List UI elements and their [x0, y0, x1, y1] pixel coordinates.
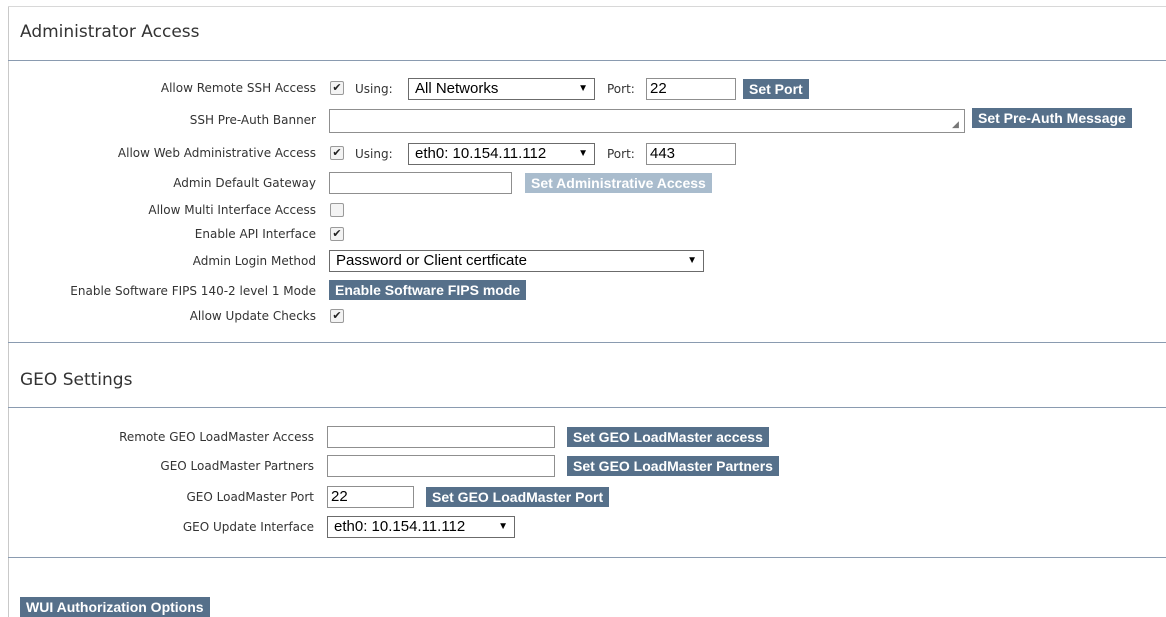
set-geo-access-button[interactable]: Set GEO LoadMaster access — [567, 427, 769, 447]
panel-border-top — [8, 6, 1166, 7]
ssh-access-label: Allow Remote SSH Access — [160, 81, 316, 95]
set-administrative-access-button[interactable]: Set Administrative Access — [525, 173, 712, 193]
set-geo-partners-button[interactable]: Set GEO LoadMaster Partners — [567, 456, 779, 476]
geo-port-label: GEO LoadMaster Port — [186, 490, 314, 504]
ssh-access-checkbox[interactable]: ✔ — [330, 81, 344, 95]
api-interface-checkbox[interactable]: ✔ — [330, 227, 344, 241]
gateway-label: Admin Default Gateway — [173, 176, 316, 190]
ssh-port-input[interactable]: 22 — [646, 78, 736, 100]
multi-interface-label: Allow Multi Interface Access — [148, 203, 316, 217]
chevron-down-icon: ▼ — [578, 148, 588, 159]
geo-partners-input[interactable] — [327, 455, 555, 477]
set-port-button[interactable]: Set Port — [743, 79, 809, 99]
login-method-label: Admin Login Method — [192, 254, 316, 268]
ssh-network-select[interactable]: All Networks ▼ — [408, 78, 595, 100]
api-interface-label: Enable API Interface — [194, 227, 316, 241]
geo-access-label: Remote GEO LoadMaster Access — [119, 430, 314, 444]
geo-access-input[interactable] — [327, 426, 555, 448]
ssh-port-label: Port: — [607, 82, 635, 96]
web-access-label: Allow Web Administrative Access — [117, 146, 316, 160]
wui-divider — [8, 557, 1166, 558]
multi-interface-checkbox[interactable] — [330, 203, 344, 217]
wui-authorization-options-button[interactable]: WUI Authorization Options — [20, 597, 210, 617]
resize-handle-icon[interactable]: ◢ — [952, 120, 962, 130]
web-port-label: Port: — [607, 147, 635, 161]
fips-label: Enable Software FIPS 140-2 level 1 Mode — [70, 284, 316, 298]
enable-fips-button[interactable]: Enable Software FIPS mode — [329, 280, 527, 300]
geo-interface-label: GEO Update Interface — [182, 520, 314, 534]
ssh-using-label: Using: — [355, 82, 393, 96]
geo-interface-value: eth0: 10.154.11.112 — [334, 518, 466, 535]
web-using-label: Using: — [355, 147, 393, 161]
geo-divider — [8, 407, 1166, 408]
login-method-select[interactable]: Password or Client certficate ▼ — [329, 250, 704, 272]
chevron-down-icon: ▼ — [498, 521, 508, 532]
set-geo-port-button[interactable]: Set GEO LoadMaster Port — [426, 487, 610, 507]
web-port-input[interactable]: 443 — [646, 143, 736, 165]
admin-section-title: Administrator Access — [20, 22, 200, 42]
admin-divider — [8, 60, 1166, 61]
web-access-checkbox[interactable]: ✔ — [330, 146, 344, 160]
update-checks-checkbox[interactable]: ✔ — [330, 309, 344, 323]
chevron-down-icon: ▼ — [687, 255, 697, 266]
login-method-value: Password or Client certficate — [336, 252, 527, 269]
geo-section-title: GEO Settings — [20, 370, 133, 390]
web-interface-value: eth0: 10.154.11.112 — [415, 145, 547, 162]
ssh-network-value: All Networks — [415, 80, 499, 97]
banner-label: SSH Pre-Auth Banner — [189, 113, 316, 127]
geo-top-divider — [8, 342, 1166, 343]
geo-partners-label: GEO LoadMaster Partners — [160, 459, 314, 473]
chevron-down-icon: ▼ — [578, 83, 588, 94]
geo-interface-select[interactable]: eth0: 10.154.11.112 ▼ — [327, 516, 515, 538]
gateway-input[interactable] — [329, 172, 512, 194]
update-checks-label: Allow Update Checks — [189, 309, 316, 323]
web-interface-select[interactable]: eth0: 10.154.11.112 ▼ — [408, 143, 595, 165]
panel-border-left — [8, 6, 9, 617]
geo-port-input[interactable]: 22 — [327, 486, 414, 508]
banner-textarea[interactable] — [329, 109, 965, 133]
set-pre-auth-message-button[interactable]: Set Pre-Auth Message — [972, 108, 1132, 128]
